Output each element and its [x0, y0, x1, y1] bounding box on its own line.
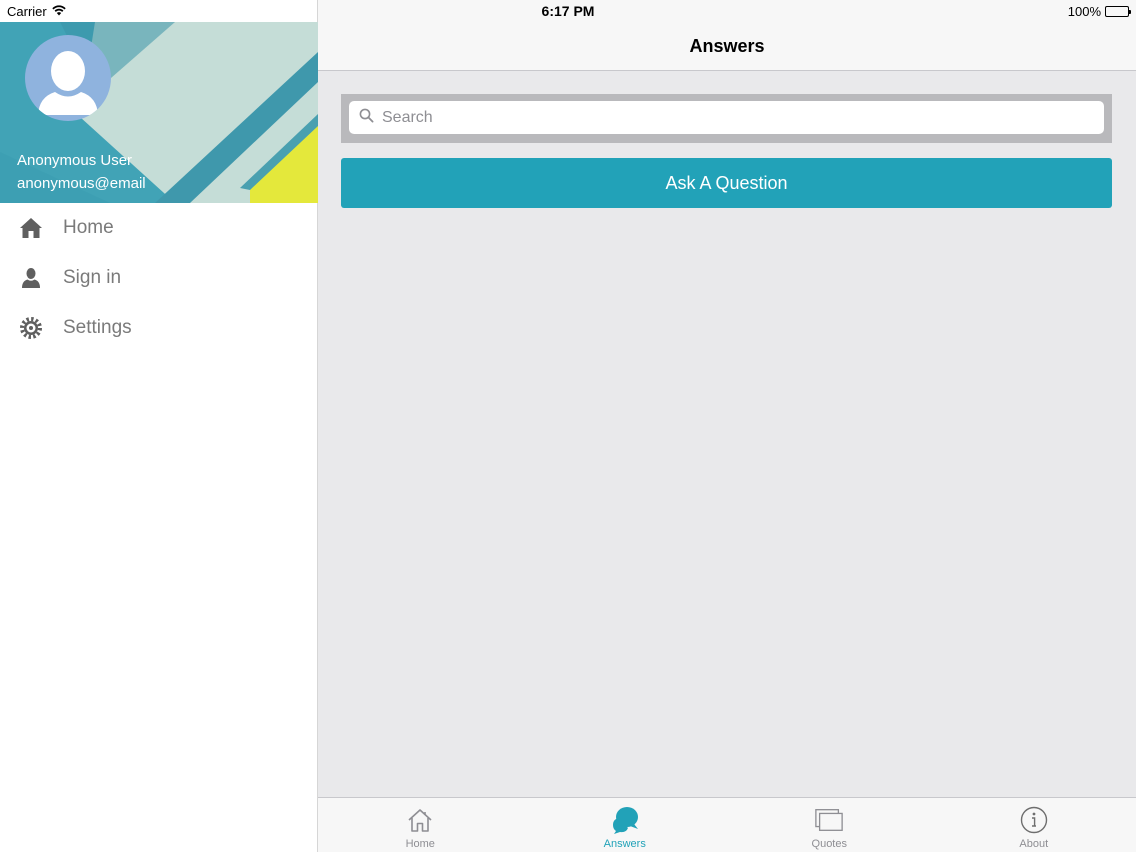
info-circle-icon [1019, 805, 1049, 835]
home-icon [19, 216, 43, 240]
sidebar-item-sign-in[interactable]: Sign in [0, 253, 317, 303]
tab-label: Quotes [811, 838, 847, 850]
tab-about[interactable]: About [932, 798, 1136, 852]
sidebar-item-label: Home [63, 217, 114, 238]
status-battery: 100% [1067, 4, 1131, 19]
status-time: 6:17 PM [541, 3, 595, 19]
sidebar-item-label: Settings [63, 317, 132, 338]
tab-quotes[interactable]: Quotes [727, 798, 932, 852]
user-name: Anonymous User [17, 152, 133, 169]
tab-bar: Home Answers Quotes About [318, 797, 1136, 852]
battery-percent: 100% [1067, 4, 1101, 19]
chat-bubbles-icon [610, 805, 640, 835]
sidebar-item-home[interactable]: Home [0, 203, 317, 253]
sidebar-header: Anonymous User anonymous@email [0, 22, 318, 203]
tab-label: About [1019, 838, 1049, 850]
stacked-windows-icon [814, 805, 844, 835]
tab-answers[interactable]: Answers [523, 798, 728, 852]
page-title: Answers [689, 36, 765, 56]
status-bar: Carrier 6:17 PM 100% [0, 0, 1136, 22]
user-silhouette-icon [38, 51, 98, 115]
user-email: anonymous@email [17, 175, 146, 192]
tab-label: Home [405, 838, 435, 850]
sidebar-menu: Home Sign in Settings [0, 203, 317, 353]
tab-label: Answers [603, 838, 646, 850]
sidebar-item-settings[interactable]: Settings [0, 303, 317, 353]
search-input[interactable] [382, 108, 1104, 127]
sidebar: Anonymous User anonymous@email Home Sign… [0, 0, 318, 852]
search-icon [359, 108, 374, 128]
tab-home[interactable]: Home [318, 798, 523, 852]
avatar[interactable] [25, 35, 111, 121]
home-outline-icon [405, 805, 435, 835]
gear-icon [19, 316, 43, 340]
search-field[interactable] [349, 101, 1104, 134]
sidebar-item-label: Sign in [63, 267, 122, 288]
battery-icon [1105, 6, 1131, 17]
person-icon [19, 266, 43, 290]
main-content: Answers Ask A Question Home [318, 0, 1136, 852]
ask-question-button[interactable]: Ask A Question [341, 158, 1112, 208]
search-bar [341, 94, 1112, 143]
